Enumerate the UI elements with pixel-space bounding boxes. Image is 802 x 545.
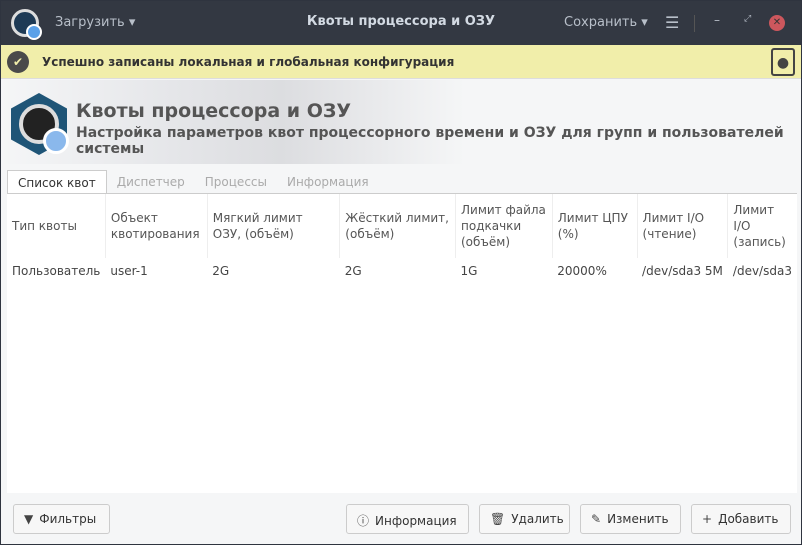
plus-icon: + [702, 512, 713, 526]
maximize-icon[interactable]: ⤢ [744, 14, 751, 24]
cell: Пользователь [12, 264, 101, 278]
cell: user-1 [110, 264, 148, 278]
col-soft-ram[interactable]: Мягкий лимит ОЗУ, (объём) [206, 194, 340, 258]
tab-dispatcher[interactable]: Диспетчер [107, 170, 195, 194]
info-label: Информация [375, 514, 457, 528]
add-label: Добавить [718, 512, 779, 526]
users-icon [43, 128, 69, 154]
cell: 2G [344, 264, 362, 278]
info-bar: ✔ Успешно записаны локальная и глобальна… [1, 45, 801, 79]
filters-label: Фильтры [39, 512, 97, 526]
delete-button[interactable]: 🗑 Удалить [479, 504, 570, 534]
page-title: Квоты процессора и ОЗУ [76, 100, 352, 122]
page-subtitle: Настройка параметров квот процессорного … [76, 125, 784, 157]
tab-processes[interactable]: Процессы [195, 170, 277, 194]
table-row[interactable]: Пользователь user-1 2G 2G 1G 20000% /dev… [7, 258, 797, 284]
col-swap[interactable]: Лимит файла подкачки (объём) [455, 194, 553, 258]
quota-table: Тип квоты Объект квотирования Мягкий лим… [7, 194, 797, 284]
cell: 20000% [557, 264, 607, 278]
table-header: Тип квоты Объект квотирования Мягкий лим… [7, 194, 797, 258]
add-button[interactable]: + Добавить [691, 504, 791, 534]
app-window: Загрузить ▾ Квоты процессора и ОЗУ Сохра… [0, 0, 802, 545]
tab-bar: Список квот Диспетчер Процессы Информаци… [7, 170, 379, 194]
filters-button[interactable]: ▼ Фильтры [13, 504, 110, 534]
tab-information[interactable]: Информация [277, 170, 379, 194]
check-icon: ✔ [7, 51, 29, 73]
delete-label: Удалить [511, 512, 564, 526]
close-icon[interactable]: ✕ [769, 15, 785, 31]
col-quota-type[interactable]: Тип квоты [7, 194, 105, 258]
cell: 1G [460, 264, 478, 278]
col-io-read[interactable]: Лимит I/O (чтение) [636, 194, 728, 258]
col-quota-object[interactable]: Объект квотирования [104, 194, 208, 258]
divider [694, 15, 695, 32]
info-button[interactable]: ⓘ Информация [346, 504, 469, 534]
save-label: Сохранить [564, 15, 638, 30]
titlebar: Загрузить ▾ Квоты процессора и ОЗУ Сохра… [1, 1, 801, 45]
edit-button[interactable]: ✎ Изменить [580, 504, 681, 534]
quota-table-panel: Тип квоты Объект квотирования Мягкий лим… [7, 193, 797, 493]
col-hard-ram[interactable]: Жёсткий лимит, (объём) [339, 194, 456, 258]
trash-icon: 🗑 [490, 512, 506, 526]
save-menu[interactable]: Сохранить ▾ [564, 15, 648, 30]
pencil-icon: ✎ [591, 512, 602, 526]
save-config-icon[interactable]: ● [771, 48, 795, 76]
hamburger-menu-icon[interactable]: ☰ [665, 13, 679, 32]
filter-icon: ▼ [24, 512, 34, 526]
info-message: Успешно записаны локальная и глобальная … [42, 55, 455, 69]
chevron-down-icon: ▾ [641, 15, 648, 30]
tab-quota-list[interactable]: Список квот [7, 170, 107, 194]
window-title: Квоты процессора и ОЗУ [306, 14, 496, 29]
col-io-write[interactable]: Лимит I/O (запись) [727, 194, 797, 258]
edit-label: Изменить [607, 512, 669, 526]
col-cpu[interactable]: Лимит ЦПУ (%) [551, 194, 638, 258]
minimize-icon[interactable]: – [714, 13, 720, 27]
cell: /dev/sda3 [732, 264, 792, 278]
header-banner: Квоты процессора и ОЗУ Настройка парамет… [1, 80, 801, 164]
cell: 2G [212, 264, 230, 278]
cell: /dev/sda3 5M [642, 264, 723, 278]
info-icon: ⓘ [357, 514, 370, 528]
